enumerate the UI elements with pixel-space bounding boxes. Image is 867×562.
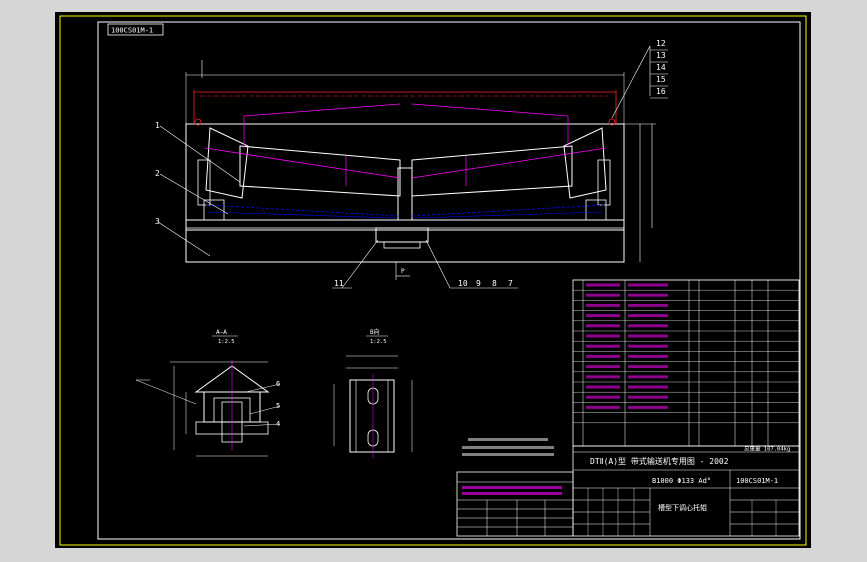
technical-notes bbox=[462, 438, 554, 456]
parts-table-cell-placeholder bbox=[628, 405, 668, 409]
callout-7: 7 bbox=[508, 279, 513, 288]
callout-2: 2 bbox=[155, 169, 160, 178]
spec-text: B1000 Φ133 Ad° bbox=[652, 477, 711, 485]
parts-table-cell-placeholder bbox=[628, 324, 668, 328]
callout-14: 14 bbox=[656, 63, 666, 72]
weight-label: 总重量 107.04kg bbox=[744, 445, 790, 453]
parts-table-cell-placeholder bbox=[586, 334, 620, 338]
view-b-label: B向 bbox=[370, 328, 380, 336]
callout-12: 12 bbox=[656, 39, 666, 48]
callout-15: 15 bbox=[656, 75, 666, 84]
parts-table-cell-placeholder bbox=[586, 293, 620, 297]
parts-table-cell-placeholder bbox=[586, 344, 620, 348]
parts-table-cell-placeholder bbox=[586, 395, 620, 399]
drawing-code: 100CS01M-1 bbox=[736, 477, 778, 485]
parts-table-cell-placeholder bbox=[628, 365, 668, 369]
parts-table-cell-placeholder bbox=[586, 405, 620, 409]
parts-table-cell-placeholder bbox=[628, 395, 668, 399]
parts-table-cell-placeholder bbox=[628, 375, 668, 379]
parts-table-cell-placeholder bbox=[586, 365, 620, 369]
parts-table-cell-placeholder bbox=[628, 293, 668, 297]
parts-table-cell-placeholder bbox=[628, 314, 668, 318]
view-b-scale: 1:2.5 bbox=[370, 339, 387, 345]
callout-10: 10 bbox=[458, 279, 468, 288]
view-p-marker: P bbox=[401, 268, 405, 275]
parts-table-cell-placeholder bbox=[628, 283, 668, 287]
callout-13: 13 bbox=[656, 51, 666, 60]
parts-table-cell-placeholder bbox=[586, 385, 620, 389]
callout-1: 1 bbox=[155, 121, 160, 130]
callout-3: 3 bbox=[155, 217, 160, 226]
callout-16: 16 bbox=[656, 87, 666, 96]
parts-table-cell-placeholder bbox=[628, 344, 668, 348]
parts-table-cell-placeholder bbox=[586, 354, 620, 358]
parts-table-cell-placeholder bbox=[628, 354, 668, 358]
callout-4: 4 bbox=[276, 420, 280, 428]
parts-table-cell-placeholder bbox=[628, 334, 668, 338]
parts-table-cell-placeholder bbox=[586, 283, 620, 287]
parts-table-cell-placeholder bbox=[628, 303, 668, 307]
drawing-number-text: 100CS01M-1 bbox=[111, 27, 153, 35]
parts-table-cell-placeholder bbox=[586, 314, 620, 318]
parts-table-cell-placeholder bbox=[586, 303, 620, 307]
parts-table-cell-placeholder bbox=[586, 375, 620, 379]
callout-6: 6 bbox=[276, 380, 280, 388]
part-name: 槽型下调心托辊 bbox=[658, 503, 707, 512]
section-aa-label: A—A bbox=[216, 329, 227, 336]
drawing-title: DTⅡ(A)型 带式输送机专用图 - 2002 bbox=[590, 456, 729, 466]
parts-table-cell-placeholder bbox=[628, 385, 668, 389]
cad-drawing: 100CS01M-1 P 1 2 3 11 10 9 8 7 12 13 14 … bbox=[55, 12, 811, 548]
parts-table-cell-placeholder bbox=[586, 324, 620, 328]
section-aa-scale: 1:2.5 bbox=[218, 339, 235, 345]
callout-8: 8 bbox=[492, 279, 497, 288]
callout-9: 9 bbox=[476, 279, 481, 288]
callout-5: 5 bbox=[276, 402, 280, 410]
callout-11: 11 bbox=[334, 279, 344, 288]
